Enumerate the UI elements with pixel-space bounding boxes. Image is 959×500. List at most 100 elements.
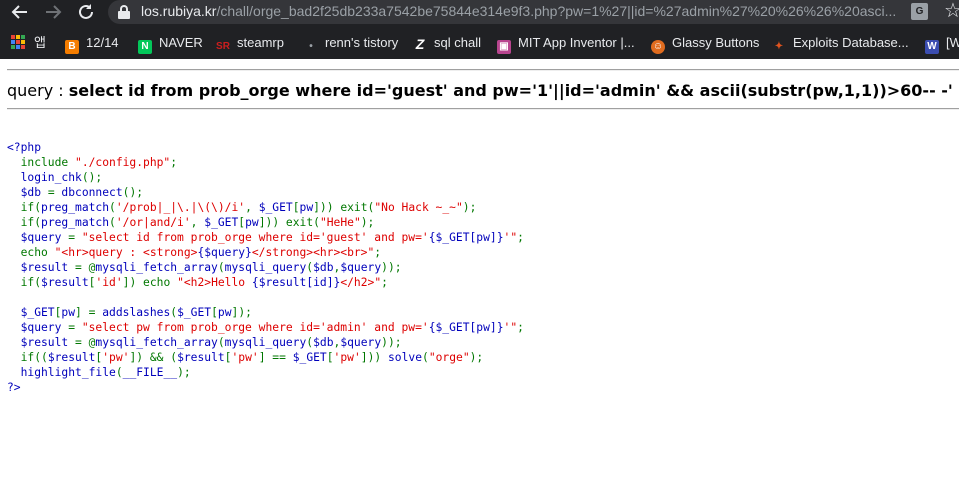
code-token: ( (217, 261, 225, 274)
code-token: ] = (75, 306, 103, 319)
code-line: $query = "select id from prob_orge where… (7, 230, 524, 245)
back-button[interactable] (8, 1, 32, 23)
code-token: mysqli_fetch_array (95, 261, 218, 274)
forward-button[interactable] (41, 1, 65, 23)
bookmark-label: 앱 (34, 35, 46, 50)
code-token: '" (503, 321, 518, 334)
code-token: ( (115, 366, 123, 379)
bookmark-app-inventor[interactable]: ▣ MIT App Inventor |... (497, 31, 635, 55)
code-token: ; (381, 276, 388, 289)
url-text[interactable]: los.rubiya.kr/chall/orge_bad2f25db233a75… (141, 3, 911, 19)
sr-icon: SR (216, 41, 230, 52)
code-token: ?> (7, 381, 21, 394)
apps-icon (11, 35, 25, 49)
code-token: addslashes (102, 306, 171, 319)
address-bar[interactable]: los.rubiya.kr/chall/orge_bad2f25db233a75… (108, 0, 959, 24)
app-inventor-icon: ▣ (497, 40, 511, 54)
code-token: mysqli_fetch_array (95, 336, 218, 349)
code-token: $result (177, 351, 225, 364)
code-token: (); (81, 171, 103, 184)
lock-icon (118, 5, 130, 19)
code-token: if( (7, 276, 42, 289)
code-line: highlight_file(__FILE__); (7, 365, 524, 380)
code-line: $db = dbconnect(); (7, 185, 524, 200)
code-token: ]) && ( (129, 351, 178, 364)
code-token: {$result[id]} (251, 276, 341, 289)
code-token: $db (313, 261, 334, 274)
bookmark-sql-chall[interactable]: Zsql chall (413, 31, 481, 55)
bookmark-blogger[interactable]: B 12/14 (65, 31, 119, 55)
code-token: ])) (360, 351, 388, 364)
code-token: $result (7, 336, 76, 349)
code-line: login_chk(); (7, 170, 524, 185)
code-token: [ (292, 201, 300, 214)
code-token: (); (122, 186, 144, 199)
code-token: if( (7, 201, 42, 214)
code-token: ( (109, 216, 116, 229)
code-token: preg_match (41, 201, 110, 214)
code-token: "HeHe" (319, 216, 361, 229)
code-line: if(preg_match('/or|and/i', $_GET[pw])) e… (7, 215, 524, 230)
naver-icon: N (138, 40, 152, 54)
code-token: pw (61, 306, 76, 319)
code-token: solve (387, 351, 422, 364)
bookmark-label: steamrp (237, 35, 284, 50)
code-token: ; (517, 321, 524, 334)
code-token: if(( (7, 351, 48, 364)
bookmark-tistory[interactable]: • renn's tistory (304, 31, 398, 55)
code-token: $query (340, 261, 382, 274)
divider-top (7, 69, 959, 71)
query-text: select id from prob_orge where id='guest… (68, 81, 953, 100)
code-token: ; (517, 231, 524, 244)
translate-icon[interactable]: G (911, 3, 928, 20)
bookmark-label: Glassy Buttons (672, 35, 760, 50)
code-token: ]); (231, 306, 252, 319)
code-line: ?> (7, 380, 524, 395)
code-token: 'pw' (333, 351, 361, 364)
bookmark-naver[interactable]: N NAVER (138, 31, 203, 55)
code-token: "<h2>Hello (177, 276, 252, 289)
code-token: "<hr>query : <strong> (54, 246, 198, 259)
code-line: if(($result['pw']) && ($result['pw'] == … (7, 350, 524, 365)
code-token: if( (7, 216, 42, 229)
code-token: = @ (75, 336, 96, 349)
bookmark-star-icon[interactable]: ☆ (944, 0, 959, 23)
code-token: pw (299, 201, 314, 214)
code-token: ( (217, 336, 225, 349)
code-token: pw (245, 216, 259, 229)
bookmark-glassy-buttons[interactable]: ☺ Glassy Buttons (651, 31, 759, 55)
bookmark-w[interactable]: W [W (925, 31, 959, 55)
code-token: 'pw' (231, 351, 259, 364)
bookmark-exploitdb[interactable]: ✦ Exploits Database... (772, 31, 909, 55)
code-line: $query = "select pw from prob_orge where… (7, 320, 524, 335)
code-token: $_GET (7, 306, 55, 319)
toolbar: los.rubiya.kr/chall/orge_bad2f25db233a75… (0, 0, 959, 25)
code-token: $_GET (204, 216, 239, 229)
query-line: query : select id from prob_orge where i… (7, 81, 953, 100)
code-token: echo (7, 246, 55, 259)
code-token: </h2>" (340, 276, 382, 289)
bookmark-steamrp[interactable]: SR steamrp (216, 31, 284, 55)
code-token: 'id' (95, 276, 123, 289)
code-token: = (68, 321, 82, 334)
code-token: include (7, 156, 76, 169)
code-token: ( (109, 201, 116, 214)
bookmark-apps[interactable]: 앱 (11, 31, 46, 55)
code-line: $result = @mysqli_fetch_array(mysqli_que… (7, 260, 524, 275)
w-icon: W (925, 40, 939, 54)
code-token: $db (7, 186, 48, 199)
code-token: ]) echo (122, 276, 178, 289)
tistory-icon: • (309, 41, 313, 52)
code-token: <?php (7, 141, 42, 154)
code-line: $result = @mysqli_fetch_array(mysqli_que… (7, 335, 524, 350)
code-token: highlight_file (7, 366, 116, 379)
code-token: $result (47, 351, 96, 364)
z-icon: Z (415, 36, 425, 52)
reload-button[interactable] (74, 1, 98, 23)
code-token: ( (422, 351, 429, 364)
code-token: ] == (258, 351, 293, 364)
code-line: echo "<hr>query : <strong>{$query}</stro… (7, 245, 524, 260)
code-token: $query (340, 336, 382, 349)
code-token: {$_GET[pw]} (428, 321, 504, 334)
